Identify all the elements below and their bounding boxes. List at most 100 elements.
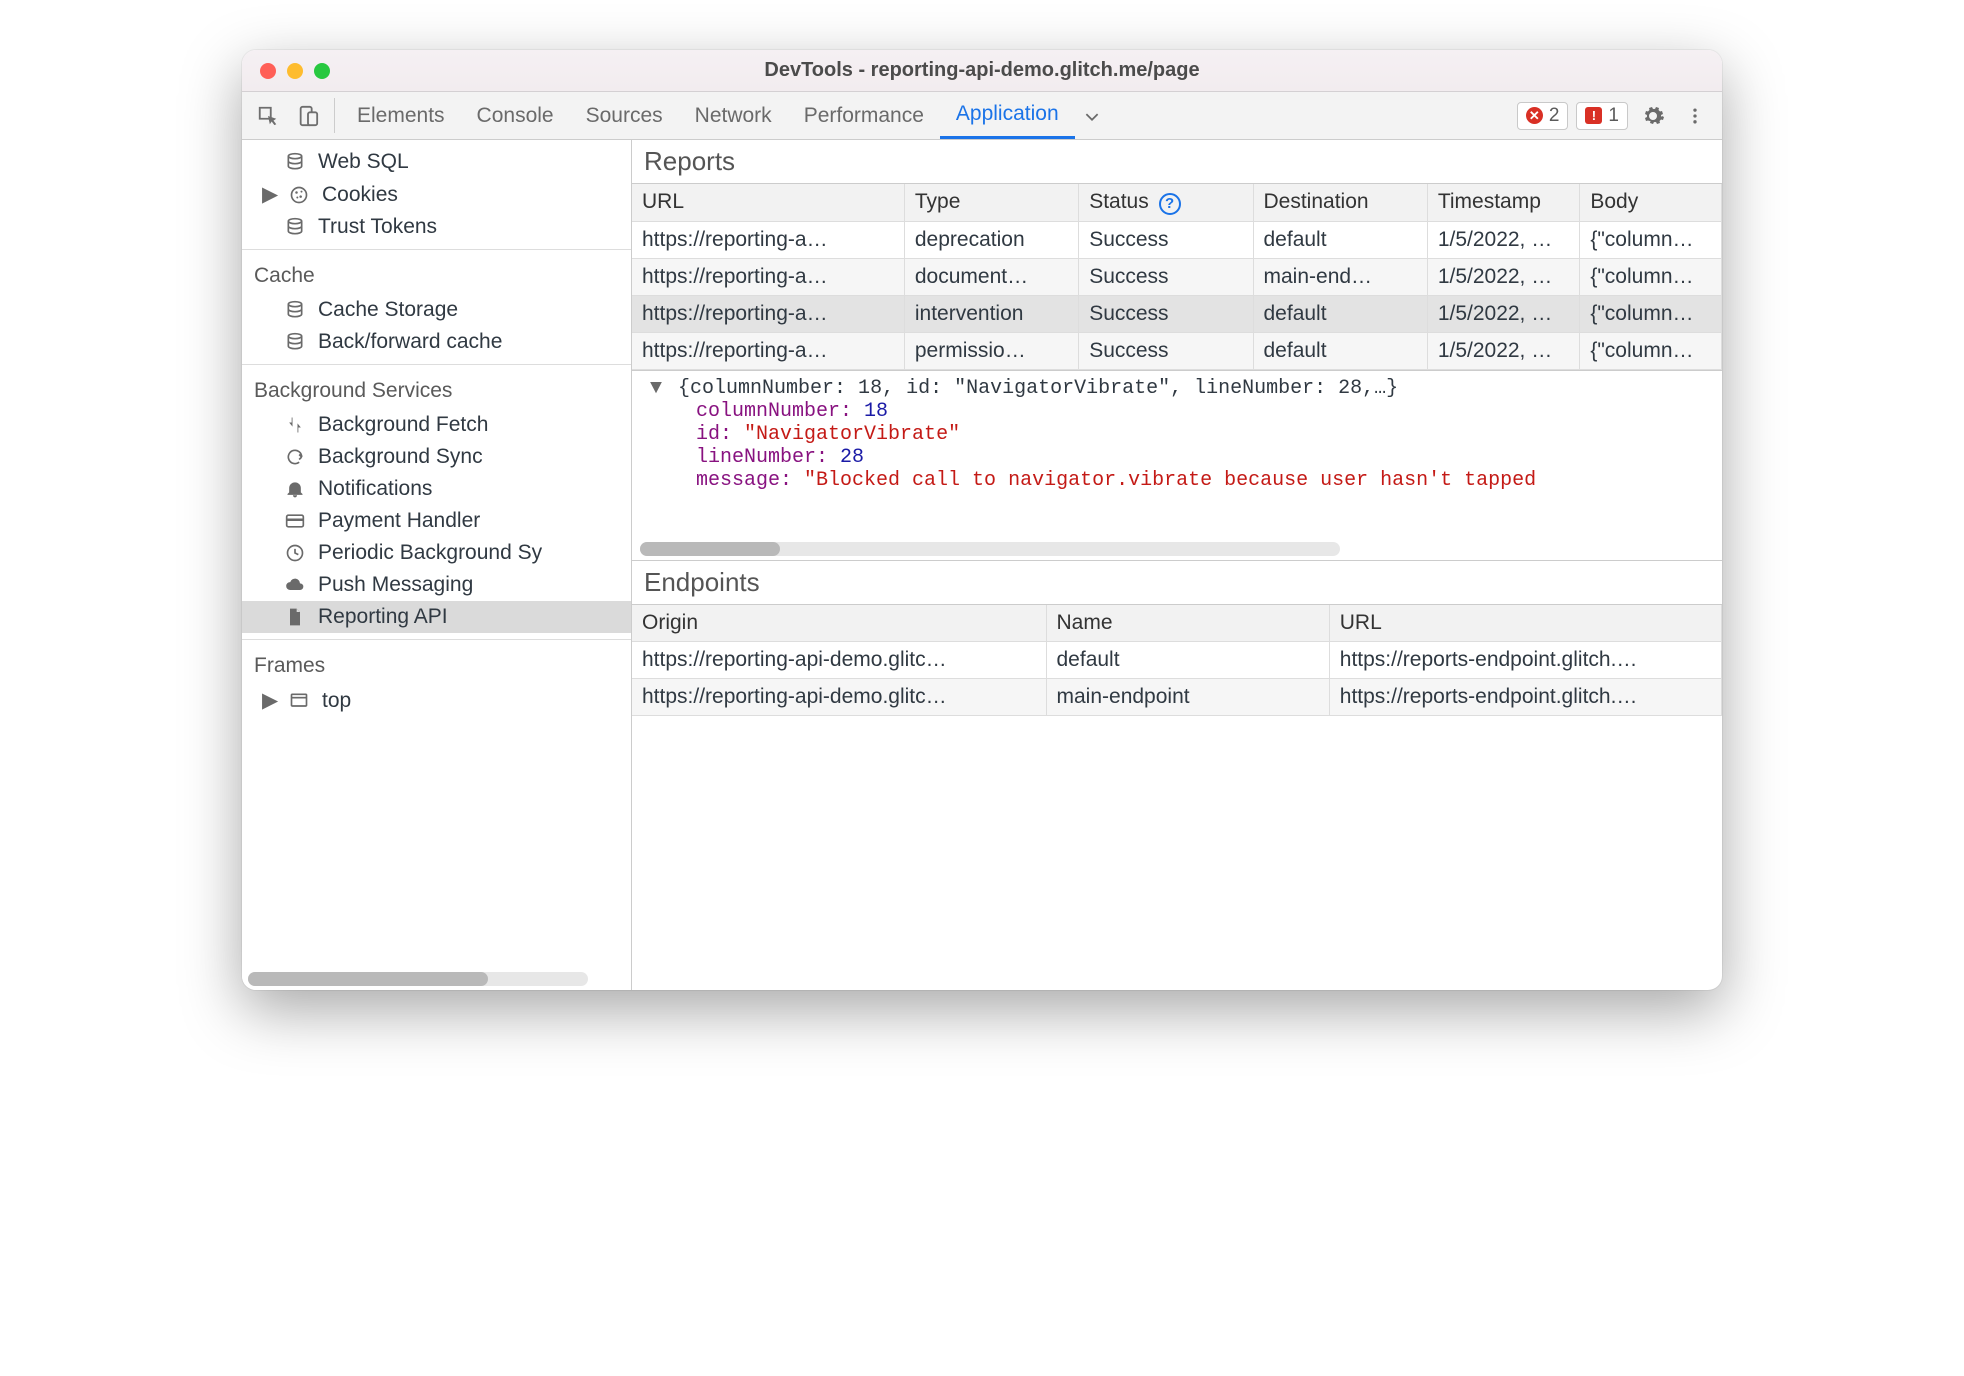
col-status[interactable]: Status ? [1079,184,1253,221]
report-detail-pane: ▼ {columnNumber: 18, id: "NavigatorVibra… [632,370,1722,560]
detail-key: columnNumber: [696,400,852,423]
sidebar-item-reporting-api[interactable]: Reporting API [242,601,631,633]
col-timestamp[interactable]: Timestamp [1427,184,1580,221]
reports-row[interactable]: https://reporting-a… permissio… Success … [632,332,1722,369]
detail-value: "Blocked call to navigator.vibrate becau… [804,469,1536,492]
sidebar-horizontal-scrollbar[interactable] [248,972,588,986]
main-panel: Reports URL Type Status ? Destination Ti… [632,140,1722,990]
col-body[interactable]: Body [1580,184,1722,221]
sidebar-label: Back/forward cache [318,330,502,354]
endpoints-table: Origin Name URL https://reporting-api-de… [632,605,1722,716]
reports-row[interactable]: https://reporting-a… intervention Succes… [632,295,1722,332]
reports-table: URL Type Status ? Destination Timestamp … [632,184,1722,370]
zoom-window-button[interactable] [314,63,330,79]
error-icon: ✕ [1526,107,1543,124]
titlebar: DevTools - reporting-api-demo.glitch.me/… [242,50,1722,92]
detail-key: lineNumber: [696,446,828,469]
detail-horizontal-scrollbar[interactable] [640,542,1340,556]
toolbar-divider [334,98,335,133]
tab-elements[interactable]: Elements [341,92,461,139]
sidebar-item-trust-tokens[interactable]: Trust Tokens [242,211,631,243]
sidebar-item-cache-storage[interactable]: Cache Storage [242,294,631,326]
issues-badge[interactable]: ! 1 [1576,102,1628,130]
detail-value: "NavigatorVibrate" [744,423,960,446]
traffic-lights [242,63,330,79]
sidebar-item-periodic-background-sync[interactable]: Periodic Background Sy [242,537,631,569]
sidebar-item-web-sql[interactable]: Web SQL [242,146,631,178]
sidebar-item-push-messaging[interactable]: Push Messaging [242,569,631,601]
panel-tabs: Elements Console Sources Network Perform… [341,92,1075,139]
sidebar-item-notifications[interactable]: Notifications [242,473,631,505]
detail-key: message: [696,469,792,492]
tab-application[interactable]: Application [940,92,1075,139]
sidebar-item-frame-top[interactable]: ▶ top [242,684,631,717]
endpoints-title: Endpoints [632,560,1722,605]
col-destination[interactable]: Destination [1253,184,1427,221]
window-title: DevTools - reporting-api-demo.glitch.me/… [242,59,1722,82]
issue-icon: ! [1585,107,1602,124]
sidebar-label: Payment Handler [318,509,480,533]
sidebar-item-bf-cache[interactable]: Back/forward cache [242,326,631,358]
sidebar-label: Reporting API [318,605,448,629]
issues-count: 1 [1608,105,1619,127]
errors-badge[interactable]: ✕ 2 [1517,102,1569,130]
col-url[interactable]: URL [632,184,904,221]
reports-title: Reports [632,140,1722,184]
reports-row[interactable]: https://reporting-a… deprecation Success… [632,221,1722,258]
cookie-icon [286,185,312,205]
clock-icon [282,543,308,563]
devtools-window: DevTools - reporting-api-demo.glitch.me/… [242,50,1722,990]
database-icon [282,217,308,237]
reports-row[interactable]: https://reporting-a… document… Success m… [632,258,1722,295]
bell-icon [282,479,308,499]
database-icon [282,152,308,172]
sidebar-label: Cache Storage [318,298,458,322]
detail-key: id: [696,423,732,446]
card-icon [282,511,308,531]
cloud-icon [282,575,308,595]
frame-icon [286,691,312,711]
chevron-right-icon: ▶ [262,688,276,713]
errors-count: 2 [1549,105,1560,127]
device-toolbar-button[interactable] [288,92,328,139]
col-origin[interactable]: Origin [632,605,1046,642]
toolbar: Elements Console Sources Network Perform… [242,92,1722,140]
endpoints-row[interactable]: https://reporting-api-demo.glitc… main-e… [632,678,1722,715]
sidebar-item-cookies[interactable]: ▶ Cookies [242,178,631,211]
sync-icon [282,447,308,467]
close-window-button[interactable] [260,63,276,79]
tab-network[interactable]: Network [679,92,788,139]
sidebar-section-cache: Cache [242,256,631,294]
application-sidebar: Web SQL ▶ Cookies Trust Tokens Cache Cac… [242,140,632,990]
sidebar-section-background-services: Background Services [242,371,631,409]
sidebar-label: Cookies [322,183,398,207]
col-type[interactable]: Type [904,184,1078,221]
minimize-window-button[interactable] [287,63,303,79]
sidebar-label: Periodic Background Sy [318,541,542,565]
tab-performance[interactable]: Performance [788,92,940,139]
detail-summary-line[interactable]: ▼ {columnNumber: 18, id: "NavigatorVibra… [650,377,1712,400]
sidebar-item-background-sync[interactable]: Background Sync [242,441,631,473]
sidebar-section-frames: Frames [242,646,631,684]
sidebar-label: Notifications [318,477,432,501]
fetch-icon [282,415,308,435]
settings-button[interactable] [1636,104,1670,128]
tab-console[interactable]: Console [461,92,570,139]
col-endpoint-url[interactable]: URL [1329,605,1721,642]
chevron-down-icon: ▼ [650,377,662,400]
endpoints-row[interactable]: https://reporting-api-demo.glitc… defaul… [632,641,1722,678]
sidebar-label: Background Sync [318,445,483,469]
database-icon [282,332,308,352]
more-tabs-button[interactable] [1075,92,1109,139]
col-name[interactable]: Name [1046,605,1329,642]
tab-sources[interactable]: Sources [570,92,679,139]
sidebar-item-background-fetch[interactable]: Background Fetch [242,409,631,441]
sidebar-item-payment-handler[interactable]: Payment Handler [242,505,631,537]
detail-value: 18 [864,400,888,423]
detail-value: 28 [840,446,864,469]
status-help-icon[interactable]: ? [1159,193,1181,215]
sidebar-label: Background Fetch [318,413,488,437]
inspect-element-button[interactable] [248,92,288,139]
more-options-button[interactable] [1678,105,1712,127]
reports-header-row: URL Type Status ? Destination Timestamp … [632,184,1722,221]
